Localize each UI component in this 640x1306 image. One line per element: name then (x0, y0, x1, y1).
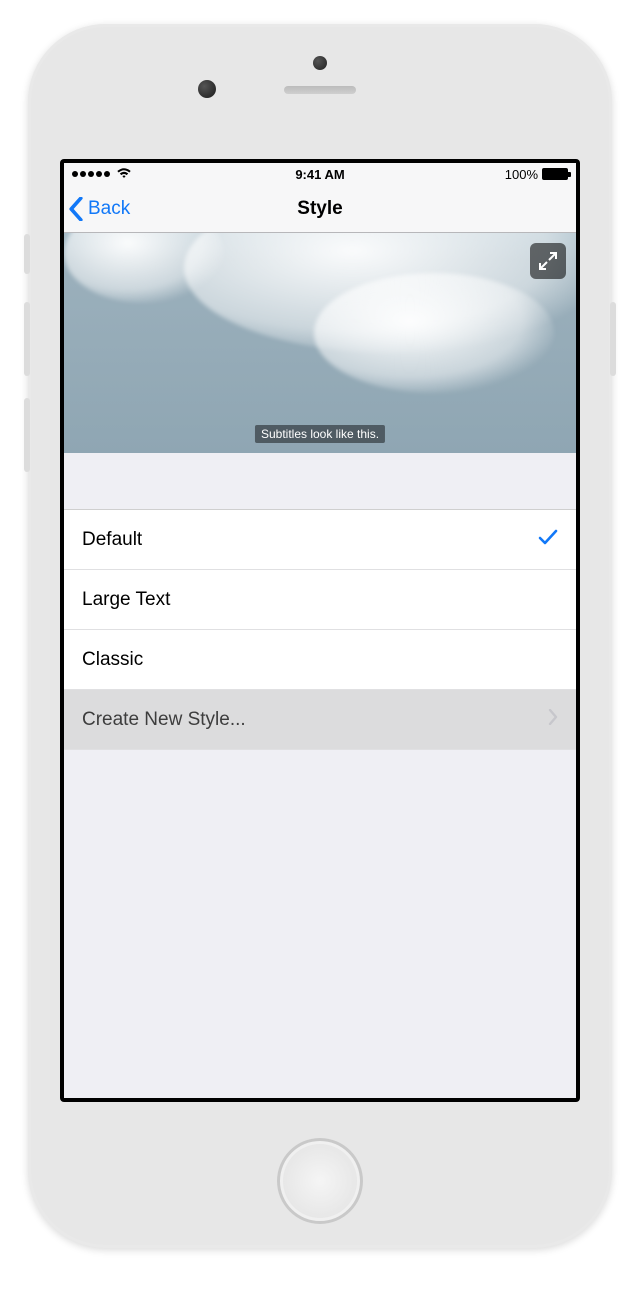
sensor-icon (313, 56, 327, 70)
volume-down-button (24, 398, 30, 472)
create-new-style-label: Create New Style... (82, 709, 246, 731)
home-button[interactable] (277, 1138, 363, 1224)
status-bar: 9:41 AM 100% (64, 163, 576, 185)
status-time: 9:41 AM (295, 167, 344, 182)
create-new-style-button[interactable]: Create New Style... (64, 690, 576, 750)
subtitle-preview: Subtitles look like this. (64, 233, 576, 453)
style-option-large-text[interactable]: Large Text (64, 570, 576, 630)
wifi-icon (116, 167, 132, 182)
mute-switch (24, 234, 30, 274)
style-option-default[interactable]: Default (64, 510, 576, 570)
empty-area (64, 750, 576, 1098)
signal-strength-icon (72, 171, 110, 177)
style-list: Default Large Text Classic Create New St… (64, 509, 576, 750)
expand-preview-button[interactable] (530, 243, 566, 279)
front-camera-icon (198, 80, 216, 98)
chevron-left-icon (68, 197, 84, 221)
power-button (610, 302, 616, 376)
checkmark-icon (538, 528, 558, 552)
style-option-label: Default (82, 529, 142, 551)
style-option-label: Large Text (82, 589, 170, 611)
status-battery-percent: 100% (505, 167, 538, 182)
device-frame: 9:41 AM 100% Back Style (28, 24, 612, 1248)
back-label: Back (88, 198, 130, 220)
volume-up-button (24, 302, 30, 376)
back-button[interactable]: Back (68, 197, 130, 221)
screen-bezel: 9:41 AM 100% Back Style (60, 159, 580, 1102)
nav-bar: Back Style (64, 185, 576, 233)
style-option-label: Classic (82, 649, 143, 671)
chevron-right-icon (548, 709, 558, 731)
page-title: Style (297, 198, 342, 220)
style-option-classic[interactable]: Classic (64, 630, 576, 690)
subtitle-sample-text: Subtitles look like this. (255, 425, 385, 443)
expand-icon (538, 251, 558, 271)
battery-icon (542, 168, 568, 180)
cloud-decoration (314, 273, 554, 393)
section-gap (64, 453, 576, 509)
earpiece (284, 86, 356, 94)
screen: 9:41 AM 100% Back Style (64, 163, 576, 1098)
